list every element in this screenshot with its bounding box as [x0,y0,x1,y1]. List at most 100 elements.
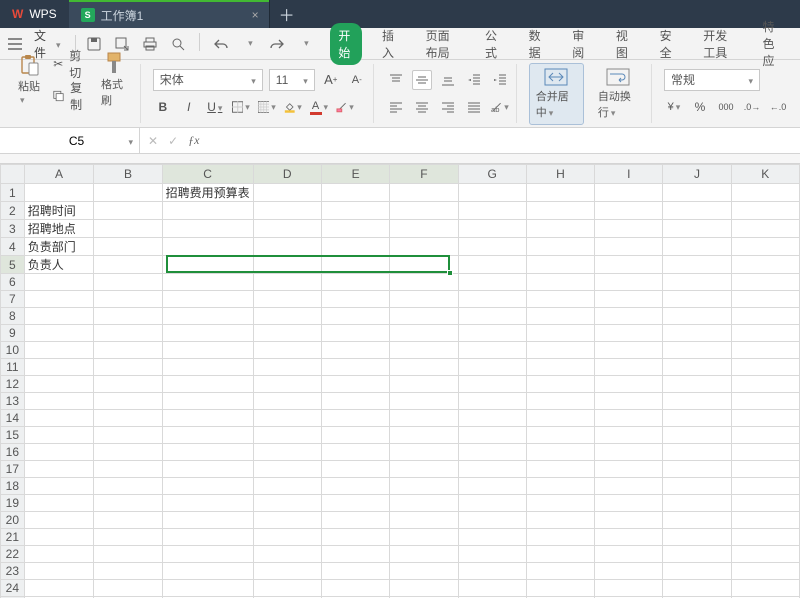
cell-I12[interactable] [595,376,663,393]
row-header-17[interactable]: 17 [1,461,25,478]
row-header-9[interactable]: 9 [1,325,25,342]
cell-K20[interactable] [731,512,799,529]
cell-C3[interactable] [162,220,253,238]
fill-handle[interactable] [447,270,453,276]
cell-D21[interactable] [253,529,321,546]
cell-I20[interactable] [595,512,663,529]
cell-F18[interactable] [390,478,458,495]
cell-F7[interactable] [390,291,458,308]
formula-bar[interactable]: ✕ ✓ ƒx [140,128,800,153]
cell-F3[interactable] [390,220,458,238]
cut-button[interactable]: ✂ 剪切 [53,50,89,78]
ribbon-tab-插入[interactable]: 插入 [374,23,406,65]
cell-K12[interactable] [731,376,799,393]
copy-button[interactable]: 复制 [53,82,89,110]
ribbon-tab-开发工具[interactable]: 开发工具 [695,23,742,65]
cell-F4[interactable] [390,238,458,256]
cancel-icon[interactable]: ✕ [148,134,158,148]
undo-dropdown[interactable] [238,33,260,55]
cell-E15[interactable] [321,427,389,444]
chevron-down-icon[interactable] [126,134,133,148]
cell-F1[interactable] [390,184,458,202]
cell-A11[interactable] [24,359,94,376]
row-header-21[interactable]: 21 [1,529,25,546]
cell-H19[interactable] [526,495,594,512]
cell-I4[interactable] [595,238,663,256]
cell-K25[interactable] [731,597,799,599]
cell-F14[interactable] [390,410,458,427]
cell-E19[interactable] [321,495,389,512]
cell-I21[interactable] [595,529,663,546]
cell-E7[interactable] [321,291,389,308]
cell-J11[interactable] [663,359,731,376]
cell-A15[interactable] [24,427,94,444]
cell-I8[interactable] [595,308,663,325]
cell-K5[interactable] [731,256,799,274]
cell-I17[interactable] [595,461,663,478]
row-header-18[interactable]: 18 [1,478,25,495]
row-header-25[interactable]: 25 [1,597,25,599]
row-header-22[interactable]: 22 [1,546,25,563]
cell-G3[interactable] [458,220,526,238]
cell-F15[interactable] [390,427,458,444]
cell-H10[interactable] [526,342,594,359]
cell-G13[interactable] [458,393,526,410]
cell-B22[interactable] [94,546,162,563]
cell-J9[interactable] [663,325,731,342]
cell-D15[interactable] [253,427,321,444]
cell-C24[interactable] [162,580,253,597]
column-header-A[interactable]: A [24,165,94,184]
cell-A20[interactable] [24,512,94,529]
cell-E23[interactable] [321,563,389,580]
decrease-indent-button[interactable] [464,70,484,90]
cell-C13[interactable] [162,393,253,410]
cell-A3[interactable]: 招聘地点 [24,220,94,238]
column-header-K[interactable]: K [731,165,799,184]
cell-H9[interactable] [526,325,594,342]
number-format-select[interactable]: 常规 [664,69,760,91]
align-left-button[interactable] [386,97,406,117]
undo-icon[interactable] [210,33,232,55]
cell-K16[interactable] [731,444,799,461]
cell-J24[interactable] [663,580,731,597]
cell-I5[interactable] [595,256,663,274]
ribbon-tab-公式[interactable]: 公式 [477,23,509,65]
cell-D19[interactable] [253,495,321,512]
cell-A25[interactable] [24,597,94,599]
cell-G17[interactable] [458,461,526,478]
fx-icon[interactable]: ƒx [188,133,199,148]
cell-G10[interactable] [458,342,526,359]
cell-B17[interactable] [94,461,162,478]
cell-I24[interactable] [595,580,663,597]
row-header-4[interactable]: 4 [1,238,25,256]
cell-G5[interactable] [458,256,526,274]
cell-K2[interactable] [731,202,799,220]
cell-B2[interactable] [94,202,162,220]
column-header-I[interactable]: I [595,165,663,184]
cell-I18[interactable] [595,478,663,495]
cell-K7[interactable] [731,291,799,308]
row-header-23[interactable]: 23 [1,563,25,580]
cell-D23[interactable] [253,563,321,580]
confirm-icon[interactable]: ✓ [168,134,178,148]
cell-D1[interactable] [253,184,321,202]
cell-H20[interactable] [526,512,594,529]
column-header-E[interactable]: E [321,165,389,184]
row-header-14[interactable]: 14 [1,410,25,427]
cell-G20[interactable] [458,512,526,529]
cell-C2[interactable] [162,202,253,220]
row-header-6[interactable]: 6 [1,274,25,291]
name-box-input[interactable] [0,134,139,148]
column-header-J[interactable]: J [663,165,731,184]
row-header-24[interactable]: 24 [1,580,25,597]
cell-A18[interactable] [24,478,94,495]
cell-J1[interactable] [663,184,731,202]
cell-D20[interactable] [253,512,321,529]
orientation-button[interactable]: ab [490,97,510,117]
cell-C8[interactable] [162,308,253,325]
cell-K3[interactable] [731,220,799,238]
ribbon-tab-页面布局[interactable]: 页面布局 [418,23,465,65]
cell-B6[interactable] [94,274,162,291]
cell-C7[interactable] [162,291,253,308]
cell-B13[interactable] [94,393,162,410]
